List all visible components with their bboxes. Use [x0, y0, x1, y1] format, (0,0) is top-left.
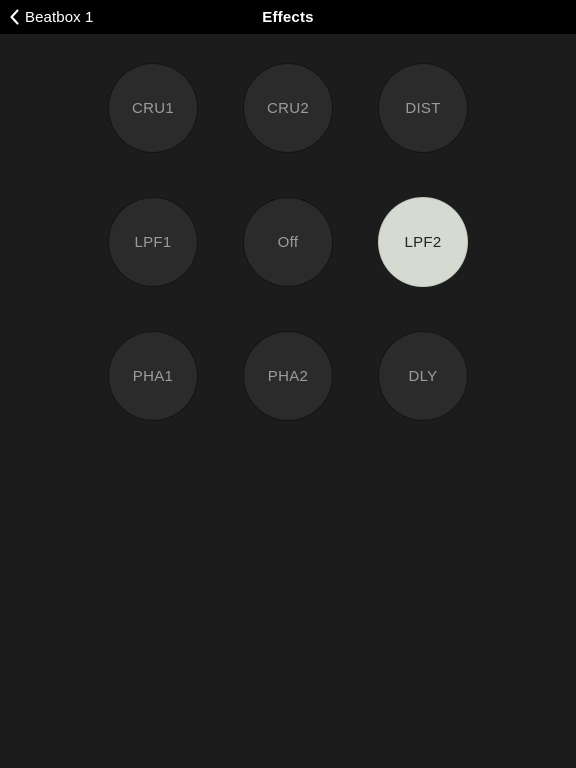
back-button-label: Beatbox 1 [25, 8, 94, 26]
effect-pad-cru2[interactable]: CRU2 [243, 63, 333, 153]
effects-grid-row: LPF1 Off LPF2 [108, 197, 468, 287]
back-button[interactable]: Beatbox 1 [10, 0, 93, 34]
effects-grid-row: CRU1 CRU2 DIST [108, 63, 468, 153]
effect-pad-label: PHA1 [132, 367, 174, 385]
effect-pad-cru1[interactable]: CRU1 [108, 63, 198, 153]
effect-pad-label: PHA2 [267, 367, 309, 385]
navigation-bar: Beatbox 1 Effects [0, 0, 576, 34]
effect-pad-label: CRU1 [131, 99, 175, 117]
chevron-left-icon [10, 9, 19, 25]
effect-pad-label: Off [277, 233, 299, 251]
effect-pad-label: DLY [408, 367, 438, 385]
effects-grid: CRU1 CRU2 DIST LPF1 Off LPF2 PHA1 PHA2 D… [108, 63, 468, 421]
effect-pad-lpf2[interactable]: LPF2 [378, 197, 468, 287]
effects-grid-row: PHA1 PHA2 DLY [108, 331, 468, 421]
effect-pad-lpf1[interactable]: LPF1 [108, 197, 198, 287]
effects-content: CRU1 CRU2 DIST LPF1 Off LPF2 PHA1 PHA2 D… [0, 34, 576, 768]
effect-pad-off[interactable]: Off [243, 197, 333, 287]
effect-pad-label: LPF2 [404, 233, 442, 251]
effect-pad-label: DIST [405, 99, 441, 117]
effect-pad-label: LPF1 [134, 233, 172, 251]
effect-pad-dly[interactable]: DLY [378, 331, 468, 421]
effect-pad-dist[interactable]: DIST [378, 63, 468, 153]
effect-pad-pha1[interactable]: PHA1 [108, 331, 198, 421]
effect-pad-label: CRU2 [266, 99, 310, 117]
effect-pad-pha2[interactable]: PHA2 [243, 331, 333, 421]
